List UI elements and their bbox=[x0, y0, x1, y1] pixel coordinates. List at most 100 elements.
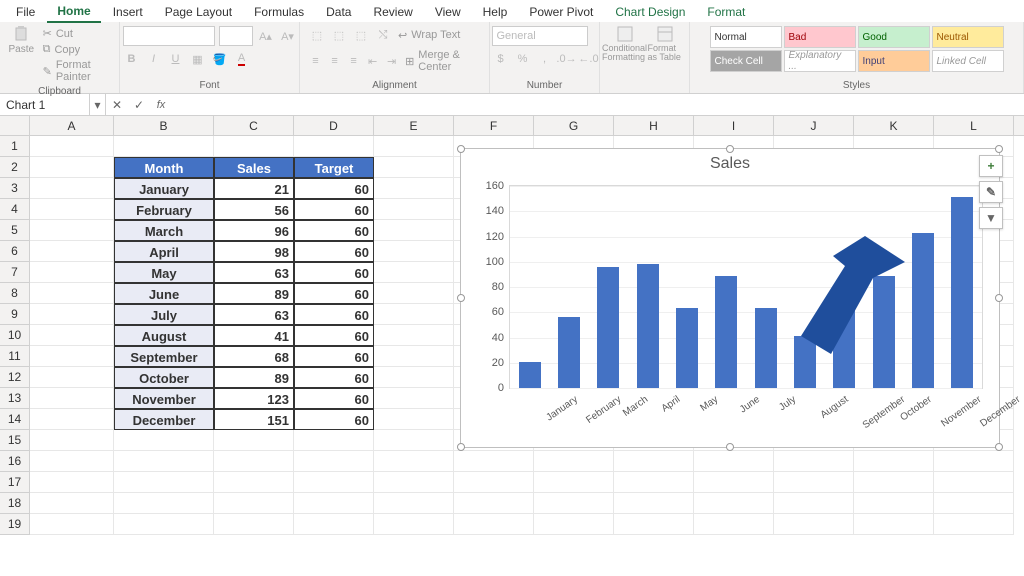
cell[interactable]: 60 bbox=[294, 346, 374, 367]
column-header[interactable]: B bbox=[114, 116, 214, 135]
cell[interactable] bbox=[214, 514, 294, 535]
cell[interactable] bbox=[114, 514, 214, 535]
cell[interactable] bbox=[30, 409, 114, 430]
column-header[interactable]: G bbox=[534, 116, 614, 135]
row-header[interactable]: 13 bbox=[0, 388, 30, 409]
cancel-formula-icon[interactable]: ✕ bbox=[106, 94, 128, 115]
cell[interactable] bbox=[30, 262, 114, 283]
cell[interactable]: August bbox=[114, 325, 214, 346]
cell[interactable] bbox=[214, 493, 294, 514]
column-header[interactable]: F bbox=[454, 116, 534, 135]
cell[interactable] bbox=[30, 430, 114, 451]
align-top-icon[interactable]: ⬚ bbox=[308, 26, 326, 44]
cell[interactable] bbox=[294, 136, 374, 157]
cell[interactable]: 63 bbox=[214, 304, 294, 325]
cell[interactable] bbox=[934, 472, 1014, 493]
cell[interactable]: 41 bbox=[214, 325, 294, 346]
row-header[interactable]: 12 bbox=[0, 367, 30, 388]
chart-bar[interactable] bbox=[558, 317, 580, 388]
cell[interactable] bbox=[114, 136, 214, 157]
percent-icon[interactable]: % bbox=[514, 50, 532, 68]
tab-chart-design[interactable]: Chart Design bbox=[605, 2, 695, 22]
row-header[interactable]: 8 bbox=[0, 283, 30, 304]
resize-handle[interactable] bbox=[995, 145, 1003, 153]
cell[interactable]: February bbox=[114, 199, 214, 220]
cell[interactable] bbox=[374, 346, 454, 367]
resize-handle[interactable] bbox=[457, 145, 465, 153]
cell[interactable] bbox=[294, 430, 374, 451]
cell[interactable]: 60 bbox=[294, 367, 374, 388]
cell[interactable] bbox=[30, 451, 114, 472]
cell[interactable]: 60 bbox=[294, 241, 374, 262]
cell[interactable]: 60 bbox=[294, 325, 374, 346]
tab-page-layout[interactable]: Page Layout bbox=[155, 2, 242, 22]
tab-format[interactable]: Format bbox=[697, 2, 755, 22]
chart-bar[interactable] bbox=[637, 264, 659, 388]
style-explanatory[interactable]: Explanatory ... bbox=[784, 50, 856, 72]
cell[interactable] bbox=[694, 451, 774, 472]
cell[interactable] bbox=[374, 220, 454, 241]
cell[interactable] bbox=[294, 493, 374, 514]
cell[interactable] bbox=[30, 157, 114, 178]
cell[interactable] bbox=[30, 304, 114, 325]
name-box[interactable]: Chart 1 bbox=[0, 94, 90, 115]
formula-bar[interactable] bbox=[172, 94, 1024, 115]
cell[interactable] bbox=[374, 136, 454, 157]
cell[interactable] bbox=[114, 472, 214, 493]
align-bottom-icon[interactable]: ⬚ bbox=[352, 26, 370, 44]
cell[interactable] bbox=[694, 472, 774, 493]
indent-inc-icon[interactable]: ⇥ bbox=[384, 52, 399, 70]
column-header[interactable]: C bbox=[214, 116, 294, 135]
column-header[interactable]: K bbox=[854, 116, 934, 135]
style-check-cell[interactable]: Check Cell bbox=[710, 50, 782, 72]
cell[interactable] bbox=[30, 514, 114, 535]
cell[interactable] bbox=[374, 283, 454, 304]
chart-bar[interactable] bbox=[912, 233, 934, 388]
bold-button[interactable]: B bbox=[123, 50, 141, 68]
cell[interactable]: April bbox=[114, 241, 214, 262]
cell[interactable] bbox=[614, 472, 694, 493]
cell[interactable] bbox=[694, 493, 774, 514]
dec-decimal-icon[interactable]: ←.0 bbox=[580, 50, 598, 68]
cell[interactable] bbox=[374, 493, 454, 514]
row-header[interactable]: 9 bbox=[0, 304, 30, 325]
chart-bar[interactable] bbox=[676, 308, 698, 388]
align-center-icon[interactable]: ≡ bbox=[327, 52, 342, 70]
cell[interactable] bbox=[30, 283, 114, 304]
indent-dec-icon[interactable]: ⇤ bbox=[365, 52, 380, 70]
tab-review[interactable]: Review bbox=[363, 2, 422, 22]
cell[interactable] bbox=[374, 514, 454, 535]
cell[interactable]: 151 bbox=[214, 409, 294, 430]
cell[interactable] bbox=[30, 367, 114, 388]
style-linked-cell[interactable]: Linked Cell bbox=[932, 50, 1004, 72]
cell[interactable] bbox=[30, 325, 114, 346]
tab-view[interactable]: View bbox=[425, 2, 471, 22]
cell[interactable]: December bbox=[114, 409, 214, 430]
cell[interactable] bbox=[214, 136, 294, 157]
align-left-icon[interactable]: ≡ bbox=[308, 52, 323, 70]
cell[interactable]: 68 bbox=[214, 346, 294, 367]
row-header[interactable]: 6 bbox=[0, 241, 30, 262]
tab-insert[interactable]: Insert bbox=[103, 2, 153, 22]
row-header[interactable]: 10 bbox=[0, 325, 30, 346]
cell[interactable] bbox=[854, 493, 934, 514]
copy-button[interactable]: ⧉Copy bbox=[41, 42, 111, 57]
cell[interactable] bbox=[374, 388, 454, 409]
resize-handle[interactable] bbox=[726, 443, 734, 451]
chart-bar[interactable] bbox=[794, 336, 816, 388]
cell[interactable] bbox=[374, 178, 454, 199]
cell[interactable]: 60 bbox=[294, 178, 374, 199]
conditional-formatting-button[interactable]: Conditional Formatting bbox=[608, 26, 642, 72]
cell[interactable] bbox=[294, 451, 374, 472]
cell[interactable] bbox=[454, 451, 534, 472]
cell[interactable]: Target bbox=[294, 157, 374, 178]
resize-handle[interactable] bbox=[995, 294, 1003, 302]
cell[interactable] bbox=[374, 472, 454, 493]
orientation-icon[interactable]: ⤭ bbox=[374, 26, 392, 44]
row-header[interactable]: 4 bbox=[0, 199, 30, 220]
cell[interactable] bbox=[214, 430, 294, 451]
chart-bar[interactable] bbox=[519, 362, 541, 389]
align-right-icon[interactable]: ≡ bbox=[346, 52, 361, 70]
border-button[interactable]: ▦ bbox=[189, 50, 207, 68]
cell[interactable] bbox=[30, 472, 114, 493]
